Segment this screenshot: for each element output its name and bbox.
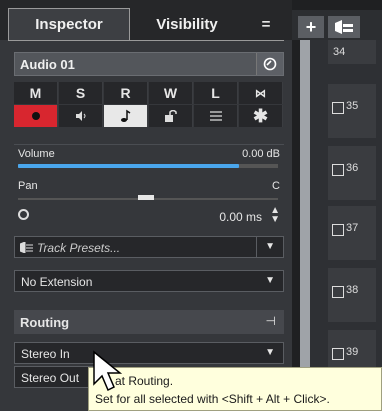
track-presets-label: Track Presets... (37, 241, 121, 255)
lane-number: 38 (346, 284, 359, 296)
freeze-icon: ✱ (252, 105, 269, 126)
lane-row[interactable]: 36 (328, 146, 376, 200)
lane-number: 36 (346, 162, 359, 174)
tab-inspector[interactable]: Inspector (8, 8, 130, 40)
presets-icon (20, 242, 33, 253)
output-routing-select[interactable]: Stereo Out (14, 366, 96, 388)
freeze-button[interactable]: ✱ (239, 105, 283, 127)
lanes-icon (209, 111, 222, 121)
piano-icon (332, 286, 344, 298)
track-list-area: + 34 35 36 37 38 39 (292, 0, 382, 411)
tabs-menu-button[interactable]: = (248, 8, 284, 40)
add-track-button[interactable]: + (298, 16, 324, 38)
inspector-panel: Inspector Visibility = Audio 01 M S R W … (0, 0, 292, 411)
piano-icon (332, 224, 344, 236)
edit-channel-button[interactable] (256, 53, 283, 75)
lane-number: 37 (346, 222, 359, 234)
pan-label: Pan (18, 180, 38, 192)
input-routing-select[interactable]: Stereo In ▼ (14, 342, 284, 364)
write-button[interactable]: W (149, 82, 193, 104)
tab-bar: Inspector Visibility = (0, 0, 292, 40)
track-presets-button[interactable] (328, 16, 360, 38)
lane-number: 34 (333, 46, 346, 58)
routing-tooltip: at Routing. Set for all selected with <S… (88, 367, 382, 411)
lane-row[interactable]: 35 (328, 84, 376, 138)
routing-header-label: Routing (20, 315, 70, 330)
delay-stepper-icon[interactable]: ▲ ▼ (270, 206, 280, 225)
lane-row[interactable]: 38 (328, 268, 376, 322)
mouse-cursor-icon (93, 350, 123, 392)
monitor-icon (75, 111, 85, 121)
piano-icon (332, 348, 344, 360)
chevron-down-icon: ▼ (265, 275, 275, 286)
tab-divider (8, 40, 284, 41)
pan-value[interactable]: C (272, 180, 280, 192)
volume-fader[interactable] (18, 164, 239, 168)
track-presets-field[interactable]: Track Presets... ▼ (14, 236, 284, 258)
track-color-strip (300, 40, 310, 411)
extension-label: No Extension (21, 275, 93, 289)
lane-number: 35 (346, 100, 359, 112)
lane-row[interactable]: 34 (328, 40, 376, 64)
delay-section: 0.00 ms ▲ ▼ (14, 206, 284, 230)
edit-in-place-button[interactable]: ⋈ (239, 82, 283, 104)
lanes-button[interactable]: L (194, 82, 238, 104)
track-list-toolbar: + (292, 10, 382, 40)
lock-icon (164, 110, 177, 122)
output-routing-value: Stereo Out (21, 371, 80, 385)
lane-number: 39 (346, 346, 359, 358)
solo-button[interactable]: S (59, 82, 103, 104)
chevron-down-icon: ▼ (265, 241, 275, 252)
record-enable-icon (31, 112, 40, 120)
lanes-list-button[interactable] (194, 105, 238, 127)
record-enable-button[interactable] (14, 105, 58, 127)
track-name: Audio 01 (20, 57, 75, 72)
timebase-icon (120, 109, 130, 122)
chevron-down-icon: ▼ (265, 347, 275, 358)
volume-value[interactable]: 0.00 dB (242, 148, 280, 160)
monitor-button[interactable] (59, 105, 103, 127)
pan-slider-handle[interactable] (138, 195, 154, 200)
routing-section-header[interactable]: Routing ⊣ (14, 310, 284, 334)
routing-options-icon[interactable]: ⊣ (266, 314, 276, 328)
tab-visibility[interactable]: Visibility (132, 8, 242, 40)
plus-icon: + (305, 16, 317, 37)
read-button[interactable]: R (104, 82, 148, 104)
presets-icon (335, 20, 353, 34)
piano-icon (332, 164, 344, 176)
extension-select[interactable]: No Extension ▼ (14, 270, 284, 292)
track-name-field[interactable]: Audio 01 (14, 52, 284, 76)
volume-section: Volume 0.00 dB (14, 144, 284, 172)
lane-row[interactable]: 37 (328, 206, 376, 260)
piano-icon (332, 102, 344, 114)
track-buttons: M S R W L ⋈ ✱ (14, 82, 284, 128)
lock-button[interactable] (149, 105, 193, 127)
volume-label: Volume (18, 148, 55, 160)
delay-value[interactable]: 0.00 ms (219, 210, 262, 224)
delay-icon (18, 209, 29, 220)
edit-icon (263, 57, 277, 71)
mute-button[interactable]: M (14, 82, 58, 104)
tooltip-line2: Set for all selected with <Shift + Alt +… (95, 392, 330, 406)
timebase-button[interactable] (104, 105, 148, 127)
input-routing-value: Stereo In (21, 347, 70, 361)
pan-section: Pan C (14, 176, 284, 206)
